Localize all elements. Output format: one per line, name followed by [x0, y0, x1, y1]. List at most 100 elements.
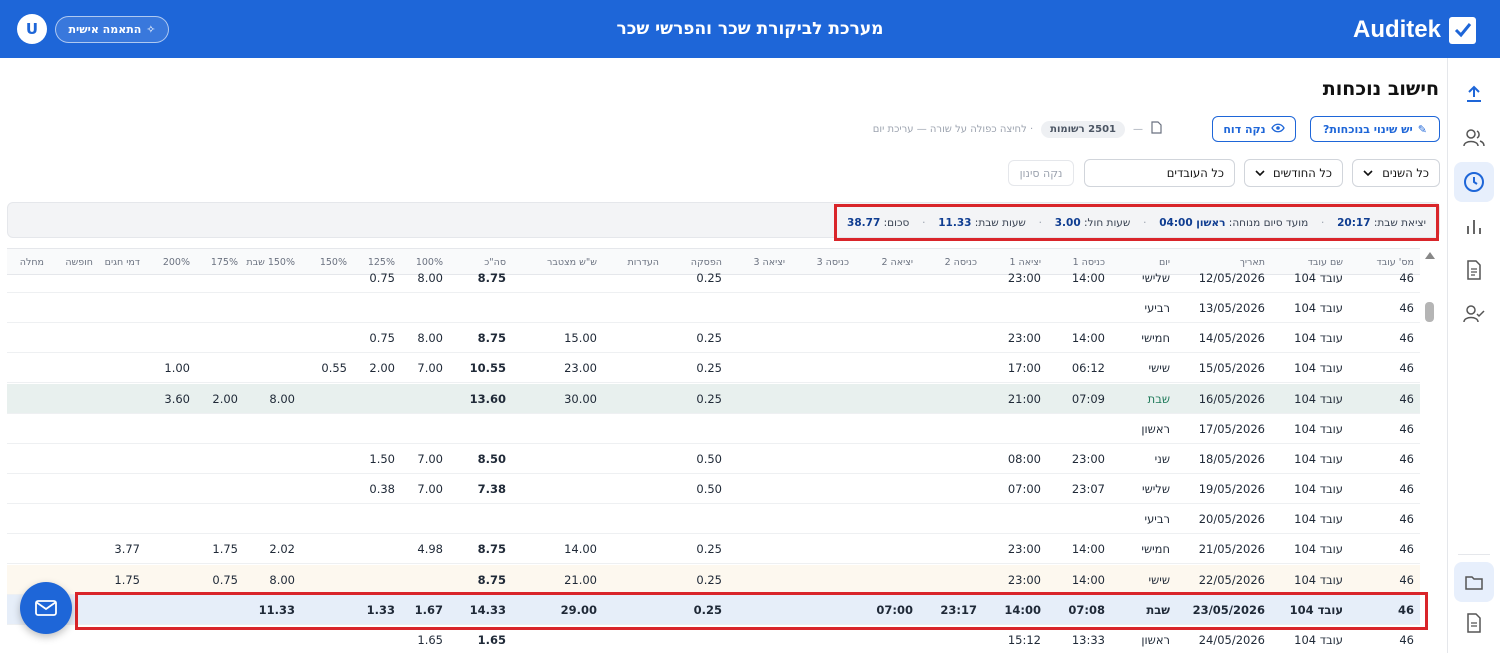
cell-name: עובד 104 — [1294, 391, 1343, 406]
cell-in1: 14:00 — [1071, 271, 1105, 285]
clear-report-label: נקה דוח — [1223, 122, 1266, 136]
cell-emp_no: 46 — [1399, 391, 1414, 406]
cell-out1: 07:00 — [1007, 482, 1041, 497]
brand-logo[interactable]: Auditek — [1353, 14, 1476, 46]
cell-day: שבת — [1147, 391, 1170, 406]
cell-in1: 23:00 — [1071, 451, 1105, 466]
table-row[interactable]: 46 עובד 104 20/05/2026 רביעי — [7, 504, 1420, 535]
shabbat-exit-label: יציאת שבת: — [1373, 216, 1426, 229]
table-row[interactable]: 46 עובד 104 19/05/2026 שלישי 23:07 07:00 0.50 7… — [7, 474, 1420, 505]
table-row[interactable]: 46 עובד 104 12/05/2026 שלישי 14:00 23:00 0.25 8… — [7, 263, 1420, 293]
chevron-down-icon — [1363, 166, 1373, 180]
cell-day: ראשון — [1141, 632, 1170, 647]
cell-emp_no: 46 — [1399, 331, 1414, 346]
cell-break: 0.25 — [696, 391, 722, 406]
cell-total: 1.65 — [477, 632, 506, 647]
row-highlight — [75, 592, 1428, 630]
message-button[interactable] — [20, 582, 72, 634]
cell-day: שני — [1154, 451, 1170, 466]
file-text-icon[interactable] — [1454, 603, 1494, 643]
table-row[interactable]: 46 עובד 104 17/05/2026 ראשון — [7, 414, 1420, 444]
table-row[interactable]: 46 עובד 104 16/05/2026 שבת 07:09 21:00 0.25 30.… — [7, 383, 1420, 414]
cell-p150s: 8.00 — [269, 391, 295, 406]
cell-out1: 23:00 — [1007, 542, 1041, 557]
scrollbar-thumb[interactable] — [1425, 302, 1434, 322]
table-row[interactable]: 46 עובד 104 18/05/2026 שני 23:00 08:00 0.50 8.5… — [7, 444, 1420, 474]
user-check-icon[interactable] — [1454, 294, 1494, 334]
cell-p175: 1.75 — [212, 542, 238, 557]
cell-p100: 8.00 — [417, 271, 443, 285]
table-row[interactable]: 46 עובד 104 13/05/2026 רביעי — [7, 293, 1420, 324]
folder-icon[interactable] — [1454, 562, 1494, 602]
cell-in1: 14:00 — [1071, 331, 1105, 346]
cell-out1: 08:00 — [1007, 451, 1041, 466]
table-row[interactable]: 46 עובד 104 21/05/2026 חמישי 14:00 23:00 0.25 1… — [7, 534, 1420, 565]
cell-day: שישי — [1148, 572, 1170, 587]
cell-out1: 23:00 — [1007, 331, 1041, 346]
chevron-down-icon — [1255, 166, 1265, 180]
cell-p200: 1.00 — [164, 361, 190, 376]
app-title: מערכת לביקורת שכר והפרשי שכר — [616, 19, 884, 39]
table-row[interactable]: 46 עובד 104 22/05/2026 שישי 14:00 23:00 0.25 21… — [7, 564, 1420, 595]
cell-day: חמישי — [1141, 542, 1170, 557]
cell-cumulative: 21.00 — [564, 572, 597, 587]
upload-icon[interactable] — [1454, 74, 1494, 114]
clear-report-button[interactable]: נקה דוח — [1212, 116, 1296, 142]
cell-name: עובד 104 — [1294, 512, 1343, 527]
cell-date: 18/05/2026 — [1198, 451, 1265, 466]
cell-date: 12/05/2026 — [1198, 271, 1265, 285]
year-select[interactable]: כל השנים — [1352, 159, 1440, 187]
cell-cumulative: 30.00 — [564, 391, 597, 406]
cell-emp_no: 46 — [1399, 632, 1414, 647]
document-icon[interactable] — [1454, 250, 1494, 290]
users-icon[interactable] — [1454, 118, 1494, 158]
pencil-icon: ✎ — [1417, 122, 1427, 136]
cell-name: עובד 104 — [1294, 482, 1343, 497]
sparkle-icon: ✧ — [146, 23, 156, 36]
cell-name: עובד 104 — [1294, 451, 1343, 466]
cell-emp_no: 46 — [1399, 572, 1414, 587]
cell-p150s: 8.00 — [269, 572, 295, 587]
top-bar: מערכת לביקורת שכר והפרשי שכר Auditek U ✧… — [0, 0, 1500, 58]
table-row[interactable]: 46 עובד 104 15/05/2026 שישי 06:12 17:00 0.25 23… — [7, 353, 1420, 384]
avatar[interactable]: U — [17, 14, 47, 44]
cell-break: 0.25 — [696, 271, 722, 285]
cell-name: עובד 104 — [1294, 632, 1343, 647]
month-select[interactable]: כל החודשים — [1244, 159, 1343, 187]
cell-date: 22/05/2026 — [1198, 572, 1265, 587]
cell-emp_no: 46 — [1399, 421, 1414, 436]
scrollbar[interactable] — [1423, 248, 1437, 653]
cell-day: רביעי — [1144, 512, 1170, 527]
cell-cumulative: 15.00 — [564, 331, 597, 346]
personalize-button[interactable]: ✧ התאמה אישית — [55, 16, 169, 43]
cell-emp_no: 46 — [1399, 512, 1414, 527]
file-icon — [1151, 121, 1162, 137]
cell-p125: 0.75 — [369, 271, 395, 285]
cell-holiday_pay: 3.77 — [114, 542, 140, 557]
attendance-changes-button[interactable]: ✎ יש שינוי בנוכחות? — [1310, 116, 1440, 142]
weekday-hours: שעות חול: 3.00 — [1055, 217, 1131, 229]
cell-in1: 14:00 — [1071, 572, 1105, 587]
employee-select[interactable]: כל העובדים — [1084, 159, 1235, 187]
cell-out1: 21:00 — [1007, 391, 1041, 406]
cell-date: 20/05/2026 — [1198, 512, 1265, 527]
total-label: סכום: — [883, 216, 910, 229]
records-info: — 2501 רשומות · לחיצה כפולה על שורה — ער… — [873, 120, 1162, 138]
clock-icon[interactable] — [1454, 162, 1494, 202]
cell-cumulative: 14.00 — [564, 542, 597, 557]
bar-chart-icon[interactable] — [1454, 206, 1494, 246]
cell-date: 19/05/2026 — [1198, 482, 1265, 497]
cell-day: רביעי — [1144, 301, 1170, 316]
cell-in1: 06:12 — [1071, 361, 1105, 376]
clear-filter-button[interactable]: נקה סינון — [1008, 160, 1074, 186]
table-row[interactable]: 46 עובד 104 14/05/2026 חמישי 14:00 23:00 0.25 1… — [7, 323, 1420, 354]
scroll-up-icon[interactable] — [1425, 252, 1435, 259]
cell-p150: 0.55 — [321, 361, 347, 376]
check-logo-icon — [1449, 16, 1476, 44]
cell-name: עובד 104 — [1294, 361, 1343, 376]
cell-in1: 14:00 — [1071, 542, 1105, 557]
cell-day: שלישי — [1142, 271, 1170, 285]
cell-break: 0.25 — [696, 331, 722, 346]
cell-total: 8.75 — [477, 331, 506, 346]
cell-emp_no: 46 — [1399, 451, 1414, 466]
